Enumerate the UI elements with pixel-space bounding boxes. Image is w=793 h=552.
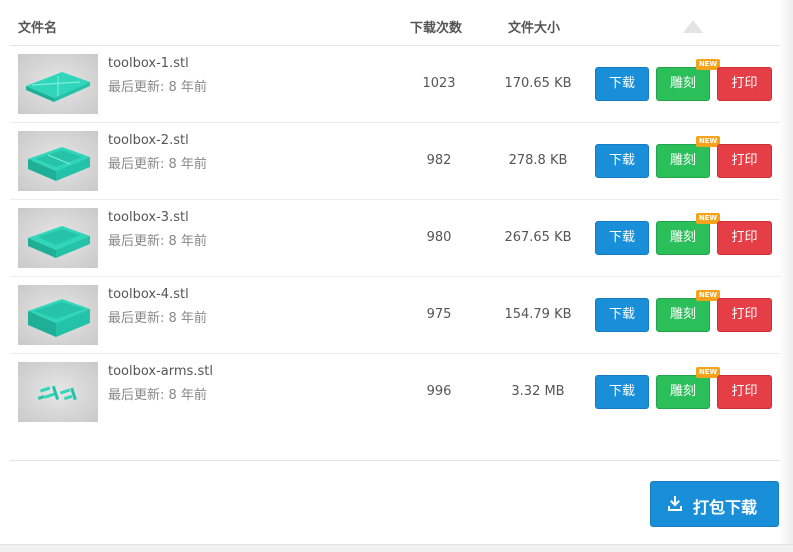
file-updated: 最后更新: 8 年前 xyxy=(108,153,207,172)
model-thumbnail[interactable] xyxy=(18,285,98,345)
pack-download-button[interactable]: 打包下载 xyxy=(650,481,779,527)
model-thumbnail[interactable] xyxy=(18,54,98,114)
engrave-button[interactable]: 雕刻 xyxy=(656,298,710,332)
updated-value: 8 年前 xyxy=(168,311,207,326)
updated-label: 最后更新: xyxy=(108,311,165,326)
file-name[interactable]: toolbox-arms.stl xyxy=(108,364,213,379)
file-size: 3.32 MB xyxy=(511,384,565,399)
file-rows: toolbox-1.stl 最后更新: 8 年前 1023 170.65 KB … xyxy=(10,46,780,431)
print-button[interactable]: 打印 xyxy=(717,144,772,178)
file-name[interactable]: toolbox-3.stl xyxy=(108,210,189,225)
print-button[interactable]: 打印 xyxy=(717,375,772,409)
file-updated: 最后更新: 8 年前 xyxy=(108,230,207,249)
model-thumbnail[interactable] xyxy=(18,208,98,268)
table-row: toolbox-1.stl 最后更新: 8 年前 1023 170.65 KB … xyxy=(10,46,780,123)
bottom-edge xyxy=(0,544,793,552)
download-button[interactable]: 下载 xyxy=(595,375,649,409)
updated-value: 8 年前 xyxy=(168,234,207,249)
download-button[interactable]: 下载 xyxy=(595,221,649,255)
file-size: 154.79 KB xyxy=(504,307,572,322)
download-icon xyxy=(668,496,682,511)
download-count: 982 xyxy=(426,153,452,168)
file-size: 170.65 KB xyxy=(504,76,572,91)
file-name[interactable]: toolbox-1.stl xyxy=(108,56,189,71)
table-row: toolbox-3.stl 最后更新: 8 年前 980 267.65 KB 下… xyxy=(10,200,780,277)
updated-value: 8 年前 xyxy=(168,80,207,95)
engrave-button[interactable]: 雕刻 xyxy=(656,221,710,255)
file-size: 278.8 KB xyxy=(508,153,568,168)
table-header: 文件名 下载次数 文件大小 xyxy=(10,0,780,46)
header-file-size: 文件大小 xyxy=(508,21,561,36)
header-download-count: 下载次数 xyxy=(410,21,463,36)
download-button[interactable]: 下载 xyxy=(595,144,649,178)
footer-divider xyxy=(10,460,780,461)
file-name[interactable]: toolbox-2.stl xyxy=(108,133,189,148)
download-count: 975 xyxy=(426,307,452,322)
file-updated: 最后更新: 8 年前 xyxy=(108,76,207,95)
file-updated: 最后更新: 8 年前 xyxy=(108,307,207,326)
sort-up-icon[interactable] xyxy=(683,20,703,33)
updated-label: 最后更新: xyxy=(108,234,165,249)
file-list-page: 文件名 下载次数 文件大小 toolbox-1.stl 最后更新: 8 年前 1… xyxy=(0,0,793,552)
file-updated: 最后更新: 8 年前 xyxy=(108,384,207,403)
download-button[interactable]: 下载 xyxy=(595,67,649,101)
print-button[interactable]: 打印 xyxy=(717,67,772,101)
updated-label: 最后更新: xyxy=(108,80,165,95)
download-count: 1023 xyxy=(422,76,456,91)
engrave-button[interactable]: 雕刻 xyxy=(656,67,710,101)
download-button[interactable]: 下载 xyxy=(595,298,649,332)
header-file-name: 文件名 xyxy=(18,21,58,36)
pack-download-label: 打包下载 xyxy=(693,498,758,517)
updated-value: 8 年前 xyxy=(168,157,207,172)
engrave-button[interactable]: 雕刻 xyxy=(656,144,710,178)
engrave-button[interactable]: 雕刻 xyxy=(656,375,710,409)
model-thumbnail[interactable] xyxy=(18,131,98,191)
table-row: toolbox-4.stl 最后更新: 8 年前 975 154.79 KB 下… xyxy=(10,277,780,354)
updated-value: 8 年前 xyxy=(168,388,207,403)
file-size: 267.65 KB xyxy=(504,230,572,245)
updated-label: 最后更新: xyxy=(108,388,165,403)
updated-label: 最后更新: xyxy=(108,157,165,172)
scroll-edge xyxy=(779,0,793,552)
download-count: 980 xyxy=(426,230,452,245)
model-thumbnail[interactable] xyxy=(18,362,98,422)
file-name[interactable]: toolbox-4.stl xyxy=(108,287,189,302)
table-row: toolbox-2.stl 最后更新: 8 年前 982 278.8 KB 下载… xyxy=(10,123,780,200)
download-count: 996 xyxy=(426,384,452,399)
table-row: toolbox-arms.stl 最后更新: 8 年前 996 3.32 MB … xyxy=(10,354,780,431)
print-button[interactable]: 打印 xyxy=(717,221,772,255)
print-button[interactable]: 打印 xyxy=(717,298,772,332)
